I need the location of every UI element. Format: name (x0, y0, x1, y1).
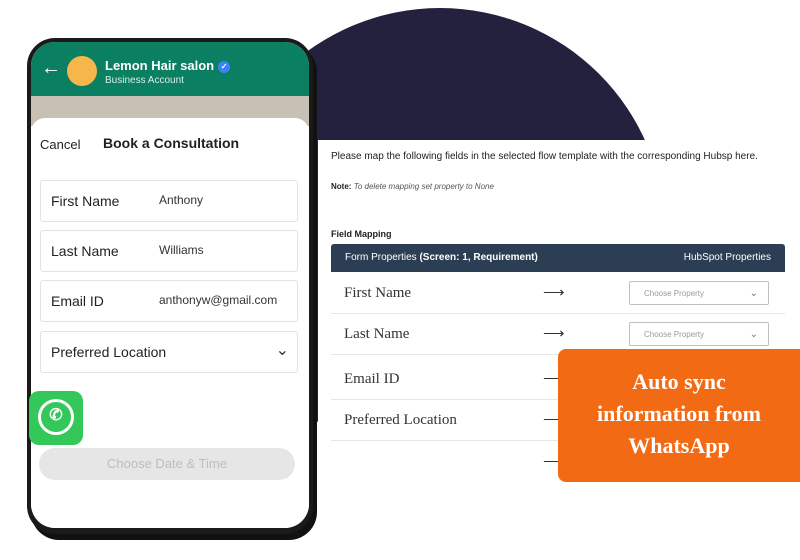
business-subtitle: Business Account (105, 75, 184, 86)
table-row: First Name ⟶ Choose Property ⌄ (331, 273, 785, 314)
row-label: First Name (344, 285, 412, 301)
property-dropdown[interactable]: Choose Property ⌄ (629, 322, 769, 346)
phone-glyph-icon: ✆ (49, 407, 63, 424)
business-name: Lemon Hair salon ✓ (105, 58, 231, 73)
field-label: Last Name (51, 243, 119, 259)
back-arrow-icon[interactable]: ← (41, 56, 61, 80)
choose-date-time-button[interactable]: Choose Date & Time (39, 448, 295, 480)
chat-header: ← Lemon Hair salon ✓ Business Account (31, 42, 309, 96)
email-field[interactable]: Email ID anthonyw@gmail.com (40, 280, 298, 322)
chevron-down-icon: ⌄ (749, 288, 758, 299)
row-label: Email ID (344, 371, 400, 387)
dropdown-text: Choose Property (644, 289, 705, 298)
phone-screen: ← Lemon Hair salon ✓ Business Account Can… (31, 42, 309, 528)
table-header: Form Properties (Screen: 1, Requirement)… (331, 244, 785, 272)
last-name-field[interactable]: Last Name Williams (40, 230, 298, 272)
field-value: Anthony (159, 193, 204, 207)
callout-line: WhatsApp (628, 433, 730, 458)
callout-line: Auto sync (632, 369, 726, 394)
field-value: anthonyw@gmail.com (159, 293, 278, 307)
header-left: Form Properties (Screen: 1, Requirement) (345, 252, 538, 263)
header-left-bold: (Screen: 1, Requirement) (419, 252, 538, 263)
avatar (67, 56, 97, 86)
form-sheet: Cancel Book a Consultation First Name An… (31, 118, 309, 528)
arrow-right-icon: ⟶ (543, 325, 565, 342)
section-title: Field Mapping (331, 229, 392, 239)
row-label: Preferred Location (344, 412, 457, 428)
verified-badge-icon: ✓ (218, 60, 231, 73)
whatsapp-logo-icon: ✆ (29, 391, 83, 445)
field-label: First Name (51, 193, 120, 209)
note-text: Note: To delete mapping set property to … (331, 182, 494, 191)
field-label: Email ID (51, 293, 104, 309)
intro-text: Please map the following fields in the s… (331, 151, 758, 162)
auto-sync-callout: Auto sync information from WhatsApp (558, 349, 800, 482)
note-label: Note: (331, 182, 352, 191)
chevron-down-icon: ⌄ (749, 329, 758, 340)
phone-mockup: ← Lemon Hair salon ✓ Business Account Can… (27, 38, 313, 534)
header-left-prefix: Form Properties (345, 252, 417, 263)
field-label: Preferred Location (51, 344, 167, 360)
row-label: Last Name (344, 326, 410, 342)
callout-line: information from (597, 401, 761, 426)
chevron-down-icon: ⌄ (275, 342, 289, 359)
property-dropdown[interactable]: Choose Property ⌄ (629, 281, 769, 305)
header-right: HubSpot Properties (683, 252, 771, 263)
cancel-button[interactable]: Cancel (40, 137, 80, 152)
location-select[interactable]: Preferred Location ⌄ (40, 331, 298, 373)
arrow-right-icon: ⟶ (543, 284, 565, 301)
first-name-field[interactable]: First Name Anthony (40, 180, 298, 222)
note-body: To delete mapping set property to None (353, 182, 494, 191)
sheet-title: Book a Consultation (103, 135, 240, 151)
business-name-text: Lemon Hair salon (105, 58, 215, 73)
dropdown-text: Choose Property (644, 330, 705, 339)
field-value: Williams (159, 243, 204, 257)
